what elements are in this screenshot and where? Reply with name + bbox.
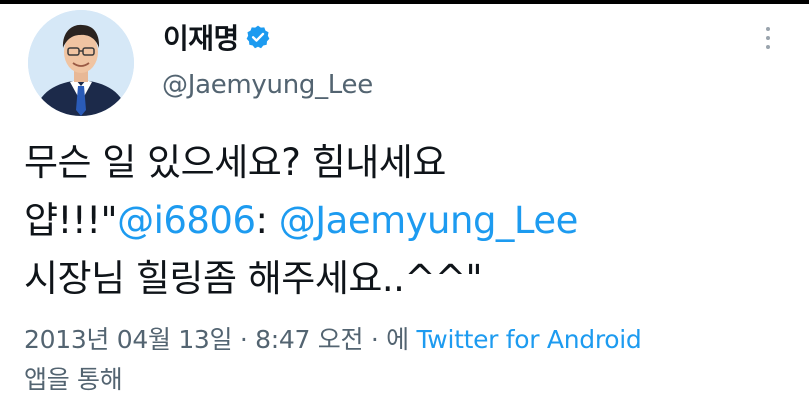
mention-link[interactable]: @Jaemyung_Lee [279, 199, 579, 242]
meta-line-1: 2013년 04월 13일 · 8:47 오전 · 에 Twitter for … [24, 320, 784, 360]
tweet-line-1: 무슨 일 있으세요? 힘내세요 [24, 141, 446, 184]
display-name[interactable]: 이재명 [163, 17, 239, 57]
verified-badge-icon [245, 24, 271, 50]
source-link[interactable]: Twitter for Android [416, 325, 641, 354]
meta-suffix: 앱을 통해 [24, 365, 123, 394]
tweet-line-3: 시장님 힐링좀 해주세요..^^" [24, 257, 482, 300]
timestamp[interactable]: 2013년 04월 13일 · 8:47 오전 · 에 [24, 325, 416, 354]
avatar[interactable] [28, 10, 134, 116]
tweet-card: 이재명 @Jaemyung_Lee 무슨 일 있으세요? 힘내세요 얍!!!"@… [0, 4, 809, 396]
tweet-metadata: 2013년 04월 13일 · 8:47 오전 · 에 Twitter for … [24, 320, 784, 396]
tweet-line-2: 얍!!!"@i6806: @Jaemyung_Lee [24, 192, 784, 250]
tweet-colon: : [255, 199, 279, 242]
user-handle[interactable]: @Jaemyung_Lee [162, 70, 373, 100]
avatar-image [28, 10, 134, 116]
tweet-text: 무슨 일 있으세요? 힘내세요 얍!!!"@i6806: @Jaemyung_L… [24, 134, 784, 308]
mention-link[interactable]: @i6806 [117, 199, 256, 242]
tweet-line-2-prefix: 얍!!!" [24, 199, 118, 242]
name-row: 이재명 [163, 17, 271, 57]
more-options-icon[interactable] [764, 24, 772, 54]
